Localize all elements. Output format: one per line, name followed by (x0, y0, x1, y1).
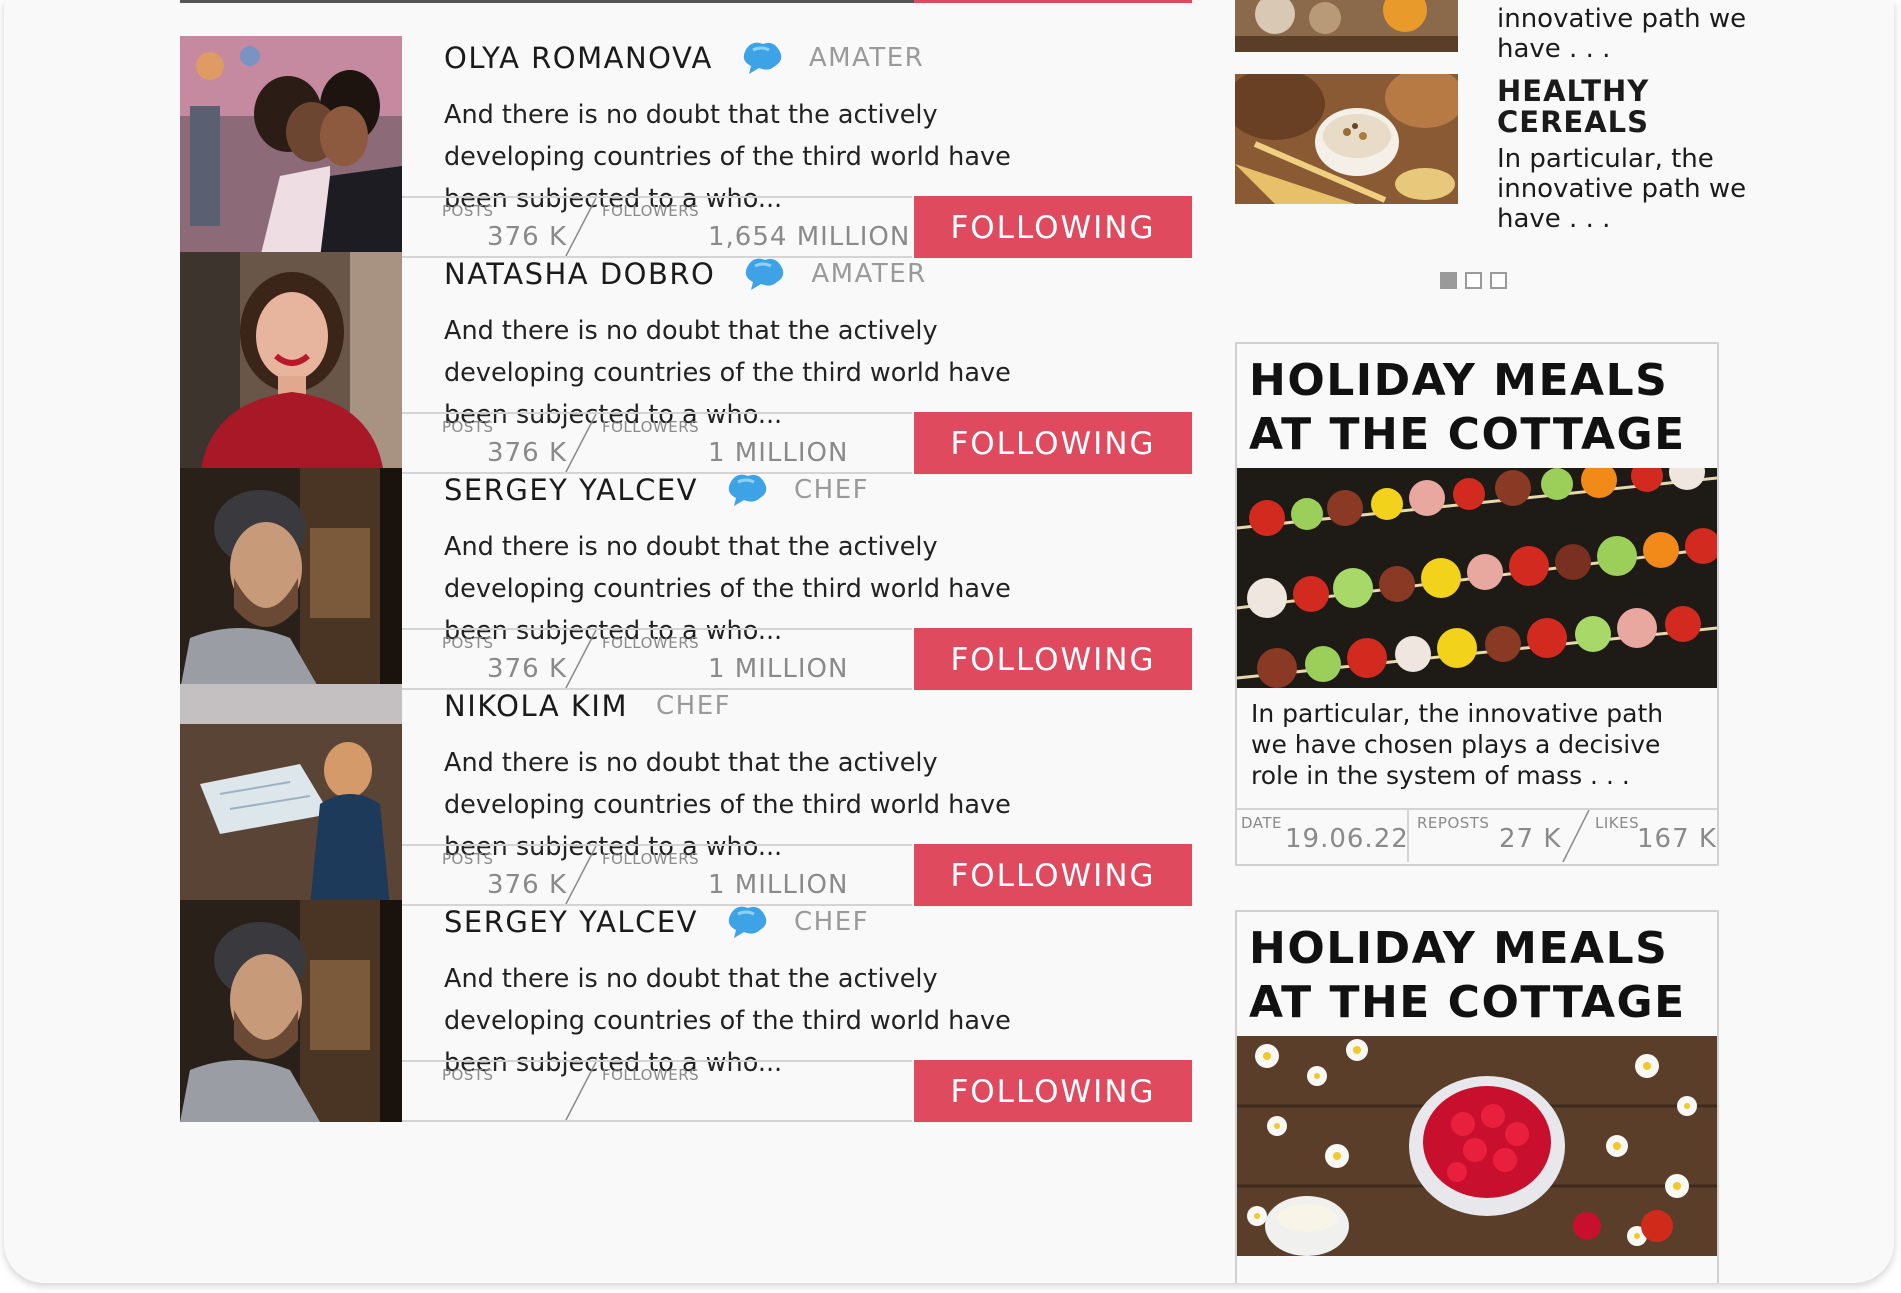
profile-card: OLYA ROMANOVA AMATER And there is no dou… (180, 36, 1192, 258)
carousel-pagination (1440, 272, 1507, 289)
posts-count: 376 K (487, 870, 567, 900)
profile-name[interactable]: SERGEY YALCEV (444, 900, 698, 944)
followers-label: FOLLOWERS (602, 634, 700, 652)
profile-name-row: SERGEY YALCEV CHEF (444, 468, 869, 512)
profile-card: SERGEY YALCEV CHEF And there is no doubt… (180, 900, 1192, 1122)
profile-role: CHEF (793, 475, 870, 505)
profile-name[interactable]: NATASHA DOBRO (444, 252, 715, 296)
carousel-dot[interactable] (1490, 272, 1507, 289)
mini-article-title[interactable]: HEALTHY CEREALS (1497, 76, 1757, 138)
reposts-label: REPOSTS (1417, 814, 1490, 832)
profile-card: SERGEY YALCEV CHEF And there is no doubt… (180, 468, 1192, 690)
article-title[interactable]: HOLIDAY MEALS AT THE COTTAGE (1237, 912, 1717, 1036)
profile-name[interactable]: NIKOLA KIM (444, 684, 628, 728)
article-excerpt: In particular, the innovative path we ha… (1251, 699, 1664, 790)
avatar[interactable] (180, 684, 402, 906)
mini-article-excerpt: In particular, the innovative path we ha… (1497, 144, 1747, 234)
carousel-dot[interactable] (1440, 272, 1457, 289)
following-button[interactable]: FOLLOWING (914, 1060, 1192, 1122)
avatar[interactable] (180, 252, 402, 474)
posts-label: POSTS (442, 1066, 494, 1084)
previous-card-divider (180, 0, 914, 3)
article-stats: DATE 19.06.22 REPOSTS 27 K LIKES 167 K (1237, 808, 1717, 864)
stats-divider (565, 1062, 597, 1120)
followers-count: 1 MILLION (708, 870, 849, 900)
posts-count: 376 K (487, 222, 567, 252)
article-title[interactable]: HOLIDAY MEALS AT THE COTTAGE (1237, 344, 1717, 468)
followers-label: FOLLOWERS (602, 1066, 700, 1084)
profile-stats: POSTS FOLLOWERS (402, 1060, 912, 1122)
chat-bubble-icon (728, 906, 767, 938)
profile-card: NATASHA DOBRO AMATER And there is no dou… (180, 252, 1192, 474)
stats-divider (565, 846, 597, 904)
article-image[interactable] (1237, 468, 1717, 688)
posts-count: 376 K (487, 654, 567, 684)
stats-divider (1562, 810, 1590, 862)
chat-bubble-icon (728, 474, 767, 506)
chat-bubble-icon (743, 42, 782, 74)
followers-count: 1 MILLION (708, 654, 849, 684)
avatar[interactable] (180, 468, 402, 690)
avatar[interactable] (180, 36, 402, 258)
following-button[interactable]: FOLLOWING (914, 196, 1192, 258)
stats-divider (565, 630, 597, 688)
following-button[interactable]: FOLLOWING (914, 628, 1192, 690)
posts-label: POSTS (442, 202, 494, 220)
chat-bubble-icon (746, 258, 784, 290)
article-card: HOLIDAY MEALS AT THE COTTAGE (1235, 342, 1719, 866)
mini-article-image[interactable] (1235, 74, 1458, 204)
date-label: DATE (1241, 814, 1283, 832)
followers-count: 1 MILLION (708, 438, 849, 468)
profile-stats: POSTS 376 K FOLLOWERS 1,654 MILLION (402, 196, 912, 258)
profile-name-row: NATASHA DOBRO AMATER (444, 252, 927, 296)
profile-name[interactable]: SERGEY YALCEV (444, 468, 698, 512)
stats-separator (1407, 810, 1409, 862)
posts-label: POSTS (442, 634, 494, 652)
followers-label: FOLLOWERS (602, 418, 700, 436)
stats-divider (565, 198, 597, 256)
profile-name-row: SERGEY YALCEV CHEF (444, 900, 869, 944)
mini-article-text: innovative path we have . . . (1497, 4, 1747, 64)
posts-label: POSTS (442, 850, 494, 868)
posts-label: POSTS (442, 418, 494, 436)
reposts-count: 27 K (1499, 824, 1562, 854)
likes-count: 167 K (1637, 824, 1717, 854)
stats-divider (565, 414, 597, 472)
previous-follow-button-edge (914, 0, 1192, 3)
article-card: HOLIDAY MEALS AT THE COTTAGE (1235, 910, 1719, 1283)
profile-role: AMATER (808, 43, 925, 73)
profile-name-row: NIKOLA KIM CHEF (444, 684, 731, 728)
profile-role: CHEF (655, 691, 732, 721)
followers-label: FOLLOWERS (602, 202, 700, 220)
profile-name[interactable]: OLYA ROMANOVA (444, 36, 713, 80)
profile-card: NIKOLA KIM CHEF And there is no doubt th… (180, 684, 1192, 906)
profile-stats: POSTS 376 K FOLLOWERS 1 MILLION (402, 844, 912, 906)
followers-label: FOLLOWERS (602, 850, 700, 868)
mini-article-text: HEALTHY CEREALS In particular, the innov… (1497, 76, 1757, 235)
carousel-dot[interactable] (1465, 272, 1482, 289)
article-date: 19.06.22 (1285, 824, 1409, 854)
profile-role: CHEF (793, 907, 870, 937)
profile-stats: POSTS 376 K FOLLOWERS 1 MILLION (402, 628, 912, 690)
likes-label: LIKES (1595, 814, 1640, 832)
article-image[interactable] (1237, 1036, 1717, 1256)
profile-role: AMATER (811, 259, 927, 289)
posts-count: 376 K (487, 438, 567, 468)
avatar[interactable] (180, 900, 402, 1122)
profile-name-row: OLYA ROMANOVA AMATER (444, 36, 924, 80)
page-frame: OLYA ROMANOVA AMATER And there is no dou… (4, 0, 1894, 1283)
profile-stats: POSTS 376 K FOLLOWERS 1 MILLION (402, 412, 912, 474)
following-button[interactable]: FOLLOWING (914, 412, 1192, 474)
followers-count: 1,654 MILLION (708, 222, 911, 252)
mini-article-image[interactable] (1235, 0, 1458, 52)
following-button[interactable]: FOLLOWING (914, 844, 1192, 906)
